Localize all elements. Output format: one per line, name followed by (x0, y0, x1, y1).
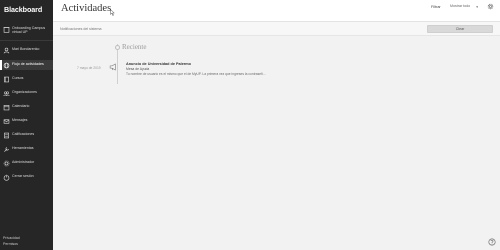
sidebar-divider (0, 40, 53, 41)
megaphone-icon (109, 63, 116, 71)
privacy-link[interactable]: Privacidad (3, 236, 20, 240)
filter-label: Filtrar (431, 5, 441, 9)
announcement-title[interactable]: Anuncio de Universidad de Palermo (126, 62, 191, 66)
sidebar: Blackboard Onboarding Campus virtual UP … (0, 0, 53, 250)
sidebar-item-label: Onboarding Campus virtual UP (12, 26, 46, 35)
announcement-subtitle: Mesa de Ayuda (126, 67, 150, 71)
sidebar-item-label: Cerrar sesión (12, 174, 34, 178)
sidebar-item-label: Calendario (12, 104, 30, 108)
tools-icon (4, 147, 9, 152)
gear-icon[interactable] (487, 3, 494, 10)
filter-select-value: Mostrar todo (450, 4, 471, 8)
sidebar-item-label: Cursos (12, 76, 24, 80)
item-date: 7 mayo de 2019 (77, 66, 101, 70)
sidebar-item-label: Flujo de actividades (12, 62, 44, 66)
activity-stream: Reciente 7 mayo de 2019 Anuncio de Unive… (53, 36, 500, 250)
help-icon[interactable] (488, 238, 496, 246)
page-header: Actividades Filtrar Mostrar todo ▾ (53, 0, 500, 22)
sidebar-item-label: Calificaciones (12, 132, 35, 136)
timeline-dot (114, 45, 120, 50)
user-icon (3, 47, 10, 54)
envelope-icon (3, 119, 10, 124)
sidebar-item-label: Organizaciones (12, 90, 37, 94)
sidebar-item-label: Herramientas (12, 146, 34, 150)
permissions-link[interactable]: Permisos (3, 242, 18, 246)
admin-icon (3, 160, 10, 167)
logout-icon (3, 174, 10, 181)
section-title-recent: Reciente (122, 43, 147, 51)
calendar-icon (3, 105, 10, 111)
announcement-body: Tu nombre de usuario es el mismo que el … (126, 72, 266, 76)
filter-select[interactable]: Mostrar todo ▾ (450, 4, 478, 10)
building-icon (3, 27, 10, 33)
chevron-down-icon: ▾ (476, 5, 478, 9)
clear-button[interactable]: Clear (427, 25, 493, 33)
people-icon (3, 91, 10, 97)
system-notifications-label[interactable]: Notificaciones del sistema (60, 27, 102, 31)
system-notifications-bar: Notificaciones del sistema Clear (53, 22, 500, 36)
sidebar-item-label: Mari Bondarenko (12, 47, 40, 51)
mouse-cursor-icon (110, 9, 115, 16)
sidebar-item-label: Administrador (12, 160, 35, 164)
book-icon (4, 76, 9, 83)
sidebar-item-label: Mensajes (12, 118, 28, 122)
grades-icon (4, 132, 9, 139)
globe-icon (3, 62, 10, 69)
brand-logo[interactable]: Blackboard (4, 5, 50, 17)
page-title: Actividades (61, 3, 112, 14)
